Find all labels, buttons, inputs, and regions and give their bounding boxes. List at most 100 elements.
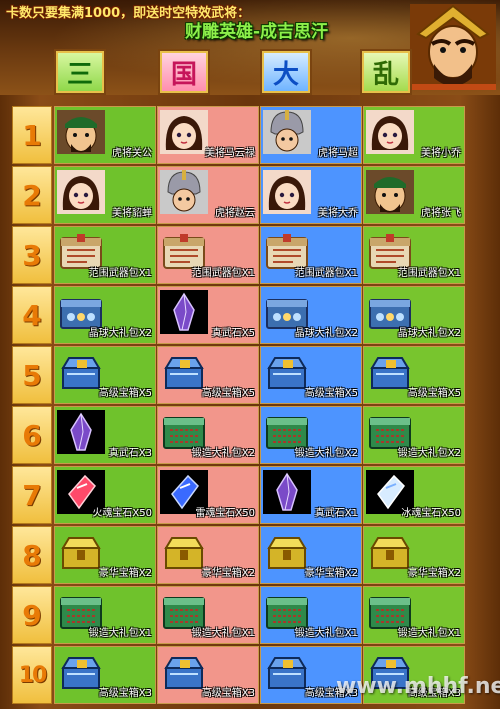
hero-name: 财雕英雄-成吉思汗 [185,22,329,42]
rank-number: 10 [12,646,52,704]
reward-cell[interactable]: 雷魂宝石X50 [157,466,259,524]
rank-number-label: 9 [22,598,42,632]
reward-cell[interactable]: 锻造大礼包X2 [157,406,259,464]
reward-label: 火魂宝石X50 [92,508,152,519]
reward-cell[interactable]: 冰魂宝石X50 [363,466,465,524]
purple-crystal-icon [263,470,311,514]
reward-label: 真武石X5 [211,328,255,339]
reward-label: 美将大乔 [318,208,358,219]
helmet-general-portrait-icon [263,110,311,154]
reward-row: 7 火魂宝石X50 雷魂宝石X50 真武石X1 冰魂宝石X50 [12,466,490,524]
reward-row: 2 美将貂蝉 虎将赵云 美将大乔 虎将张飞 [12,166,490,224]
reward-cell[interactable]: 高级宝箱X5 [363,346,465,404]
reward-label: 锻造大礼包X2 [191,448,255,459]
reward-cell[interactable]: 高级宝箱X3 [54,646,156,704]
rank-number: 1 [12,106,52,164]
title-tile-3: 大 [262,51,310,93]
reward-cell[interactable]: 范围武器包X1 [157,226,259,284]
reward-label: 范围武器包X1 [294,268,358,279]
reward-label: 锻造大礼包X2 [397,448,461,459]
rank-number-label: 4 [22,298,42,332]
reward-label: 锻造大礼包X1 [397,628,461,639]
reward-cell[interactable]: 虎将关公 [54,106,156,164]
reward-cell[interactable]: 火魂宝石X50 [54,466,156,524]
reward-cell[interactable]: 锻造大礼包X2 [363,406,465,464]
reward-label: 锻造大礼包X2 [294,448,358,459]
reward-cell[interactable]: 高级宝箱X5 [54,346,156,404]
reward-cell[interactable]: 晶球大礼包X2 [363,286,465,344]
reward-cell[interactable]: 范围武器包X1 [260,226,362,284]
reward-cell[interactable]: 豪华宝箱X2 [363,526,465,584]
rank-number-label: 3 [22,238,42,272]
reward-label: 美将貂蝉 [112,208,152,219]
reward-cell[interactable]: 高级宝箱X5 [260,346,362,404]
helmet-general-portrait-icon [160,170,208,214]
reward-cell[interactable]: 虎将赵云 [157,166,259,224]
rank-number-label: 1 [22,118,42,152]
reward-cell[interactable]: 豪华宝箱X2 [157,526,259,584]
title-tile-4: 乱 [362,51,410,93]
reward-cell[interactable]: 虎将张飞 [363,166,465,224]
rank-number: 7 [12,466,52,524]
reward-row: 5 高级宝箱X5 高级宝箱X5 高级宝箱X5 高级宝箱X5 [12,346,490,404]
reward-cell[interactable]: 真武石X1 [260,466,362,524]
general-portrait-icon [366,170,414,214]
reward-label: 雷魂宝石X50 [195,508,255,519]
watermark: www.mhhf.net [336,674,500,699]
rank-number: 8 [12,526,52,584]
reward-label: 范围武器包X1 [191,268,255,279]
reward-cell[interactable]: 锻造大礼包X2 [260,406,362,464]
reward-cell[interactable]: 高级宝箱X3 [157,646,259,704]
reward-label: 美将小乔 [421,148,461,159]
rank-number: 4 [12,286,52,344]
title-tile-1: 三 [56,51,104,93]
rank-number: 2 [12,166,52,224]
reward-row: 9 锻造大礼包X1 锻造大礼包X1 锻造大礼包X1 锻造大礼包X1 [12,586,490,644]
reward-cell[interactable]: 锻造大礼包X1 [363,586,465,644]
reward-cell[interactable]: 真武石X3 [54,406,156,464]
reward-label: 真武石X3 [108,448,152,459]
reward-label: 真武石X1 [314,508,358,519]
reward-label: 晶球大礼包X2 [397,328,461,339]
general-portrait-icon [57,110,105,154]
reward-cell[interactable]: 锻造大礼包X1 [157,586,259,644]
reward-cell[interactable]: 美将小乔 [363,106,465,164]
rank-number-label: 2 [22,178,42,212]
reward-cell[interactable]: 虎将马超 [260,106,362,164]
purple-crystal-icon [160,290,208,334]
rank-number-label: 7 [22,478,42,512]
reward-row: 3 范围武器包X1 范围武器包X1 范围武器包X1 范围武器包X1 [12,226,490,284]
rank-number: 5 [12,346,52,404]
reward-cell[interactable]: 范围武器包X1 [54,226,156,284]
female-general-portrait-icon [57,170,105,214]
reward-label: 高级宝箱X3 [201,688,255,699]
female-general-portrait-icon [263,170,311,214]
reward-cell[interactable]: 美将貂蝉 [54,166,156,224]
reward-label: 豪华宝箱X2 [304,568,358,579]
reward-cell[interactable]: 范围武器包X1 [363,226,465,284]
reward-cell[interactable]: 美将大乔 [260,166,362,224]
reward-label: 高级宝箱X3 [98,688,152,699]
reward-label: 豪华宝箱X2 [98,568,152,579]
reward-cell[interactable]: 高级宝箱X5 [157,346,259,404]
purple-crystal-icon [57,410,105,454]
reward-label: 虎将赵云 [215,208,255,219]
reward-cell[interactable]: 晶球大礼包X2 [54,286,156,344]
reward-label: 范围武器包X1 [397,268,461,279]
reward-cell[interactable]: 豪华宝箱X2 [260,526,362,584]
reward-cell[interactable]: 锻造大礼包X1 [54,586,156,644]
header-banner: 卡数只要集满1000，即送时空特效武将： 财雕英雄-成吉思汗 三 国 大 乱 [0,0,500,95]
reward-cell[interactable]: 晶球大礼包X2 [260,286,362,344]
reward-cell[interactable]: 豪华宝箱X2 [54,526,156,584]
reward-label: 锻造大礼包X1 [191,628,255,639]
reward-cell[interactable]: 锻造大礼包X1 [260,586,362,644]
reward-cell[interactable]: 美将马云禄 [157,106,259,164]
reward-label: 虎将张飞 [421,208,461,219]
reward-label: 锻造大礼包X1 [294,628,358,639]
female-general-portrait-icon [366,110,414,154]
title-tile-2: 国 [160,51,208,93]
reward-label: 晶球大礼包X2 [294,328,358,339]
rank-number: 9 [12,586,52,644]
reward-cell[interactable]: 真武石X5 [157,286,259,344]
reward-label: 豪华宝箱X2 [407,568,461,579]
